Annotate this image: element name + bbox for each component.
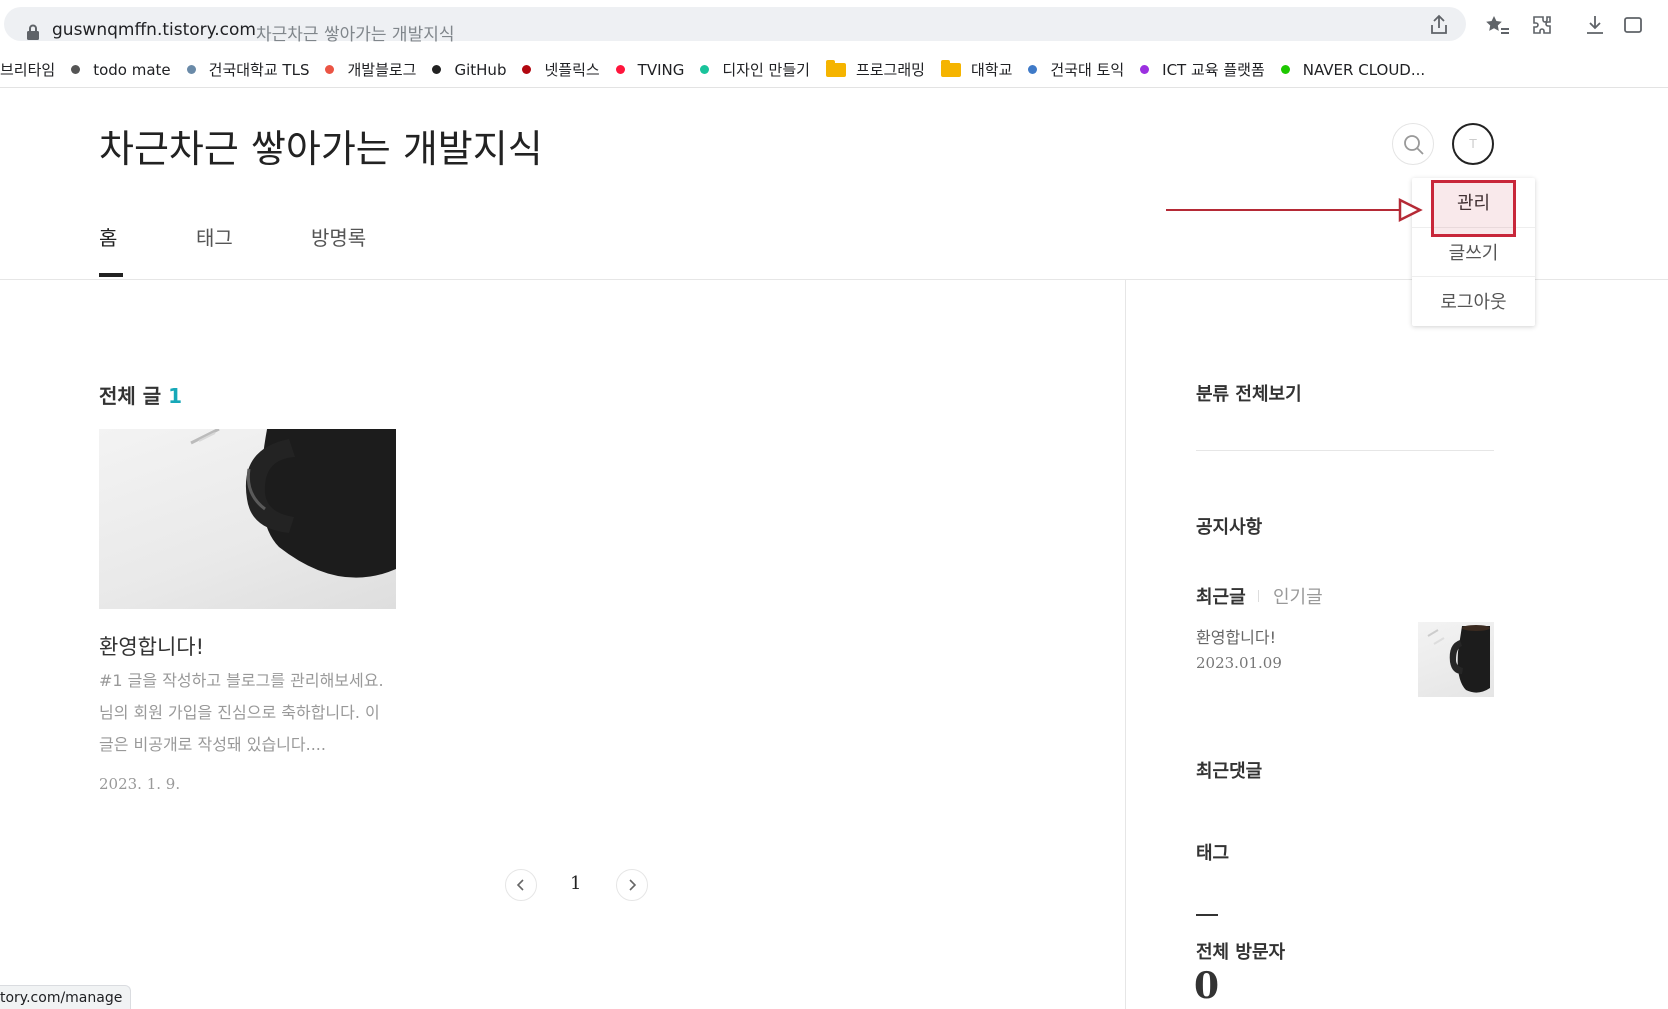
tab-separator [1258, 590, 1259, 602]
download-icon[interactable] [1583, 13, 1607, 37]
bookmark-label: TVING [637, 60, 685, 79]
favicon-icon [615, 65, 625, 74]
section-title: 전체 글 1 [99, 380, 182, 409]
bookmark-item[interactable]: 건국대 토익 [1028, 59, 1124, 80]
notice-heading: 공지사항 [1196, 517, 1263, 538]
folder-icon [940, 59, 961, 77]
avatar[interactable]: T [1452, 123, 1494, 165]
categories-link[interactable]: 분류 전체보기 [1196, 380, 1302, 406]
bookmark-item[interactable]: 넷플릭스 [522, 59, 600, 80]
next-page-button[interactable] [616, 869, 648, 901]
address-bar[interactable]: guswnqmffn.tistory.com 차근차근 쌓아가는 개발지식 [4, 7, 1466, 45]
chevron-right-icon [627, 876, 637, 895]
favicon-icon [432, 65, 442, 74]
avatar-initial: T [1469, 137, 1477, 151]
bookmark-label: 브리타임 [0, 61, 56, 79]
extensions-icon[interactable] [1530, 13, 1554, 37]
search-icon [1403, 134, 1425, 160]
recent-post-date: 2023.01.09 [1196, 654, 1282, 672]
menu-item-logout-label: 로그아웃 [1440, 292, 1507, 313]
bookmark-item[interactable]: ICT 교육 플랫폼 [1140, 59, 1265, 80]
bookmark-label: 개발블로그 [347, 61, 417, 79]
bookmark-label: 넷플릭스 [544, 61, 600, 79]
section-title-label: 전체 글 [99, 384, 162, 408]
tab-search-icon[interactable] [1622, 13, 1646, 37]
bookmark-item[interactable]: GitHub [432, 61, 506, 79]
bookmark-label: ICT 교육 플랫폼 [1162, 61, 1265, 79]
post-date: 2023. 1. 9. [99, 775, 181, 793]
favicon-icon [71, 65, 81, 74]
nav-item-home[interactable]: 홈 [99, 222, 117, 251]
status-bar-url: tory.com/manage [0, 985, 132, 1009]
favicon-icon [522, 65, 532, 74]
coffee-mug-image [1427, 625, 1490, 693]
prev-page-button[interactable] [505, 869, 537, 901]
visitors-heading: 전체 방문자 [1196, 942, 1286, 963]
visitors-count: 0 [1194, 965, 1220, 1007]
share-icon[interactable] [1427, 13, 1451, 37]
bookmark-item[interactable]: 대학교 [940, 59, 1013, 80]
bookmark-label: GitHub [454, 60, 507, 79]
bookmark-label: 디자인 만들기 [722, 61, 810, 79]
favicon-icon [1140, 65, 1150, 74]
content-divider [1125, 280, 1126, 1009]
bookmarks-bar: 브리타임 todo mate 건국대학교 TLS 개발블로그 GitHub 넷플릭스 TVI… [0, 52, 1668, 88]
tags-heading: 태그 [1196, 843, 1230, 864]
nav-item-tags[interactable]: 태그 [196, 222, 233, 251]
bookmark-label: 프로그래밍 [855, 61, 925, 79]
url-page-title: 차근차근 쌓아가는 개발지식 [256, 25, 455, 45]
bookmark-item[interactable]: 디자인 만들기 [700, 59, 810, 80]
annotation-arrow-icon [1166, 197, 1423, 223]
menu-item-write-label: 글쓰기 [1448, 243, 1499, 264]
favicon-icon [325, 65, 335, 74]
bookmark-item[interactable]: 개발블로그 [325, 59, 416, 80]
url-host: guswnqmffn.tistory.com [52, 20, 256, 40]
favicon-icon [1028, 65, 1038, 74]
favicon-icon [1280, 65, 1290, 74]
bookmark-item[interactable]: 건국대학교 TLS [186, 59, 310, 80]
highlight-box [1431, 180, 1516, 237]
folder-icon [825, 59, 846, 77]
bookmark-label: NAVER CLOUD... [1302, 60, 1426, 79]
recent-post-thumbnail[interactable] [1418, 622, 1494, 697]
search-button[interactable] [1392, 123, 1434, 165]
sidebar-short-divider [1196, 914, 1218, 916]
bookmark-label: 건국대 토익 [1050, 61, 1125, 79]
bookmark-item[interactable]: todo mate [71, 60, 171, 79]
bookmark-star-icon[interactable] [1484, 13, 1509, 37]
favicon-icon [700, 65, 710, 74]
favicon-icon [186, 65, 196, 74]
bookmark-item[interactable]: 프로그래밍 [825, 59, 925, 80]
blog-title[interactable]: 차근차근 쌓아가는 개발지식 [99, 118, 543, 173]
coffee-mug-image [190, 429, 396, 578]
post-thumbnail[interactable] [99, 429, 396, 609]
bookmark-label: todo mate [93, 60, 171, 79]
bookmark-label: 건국대학교 TLS [208, 61, 310, 79]
tab-recent-posts[interactable]: 최근글 [1196, 583, 1246, 609]
browser-toolbar: guswnqmffn.tistory.com 차근차근 쌓아가는 개발지식 [0, 0, 1668, 48]
tab-popular-posts[interactable]: 인기글 [1273, 583, 1323, 609]
bookmark-item[interactable]: TVING [615, 60, 685, 79]
post-excerpt[interactable]: #1 글을 작성하고 블로그를 관리해보세요. 님의 회원 가입을 진심으로 축… [99, 665, 389, 761]
menu-item-logout[interactable]: 로그아웃 [1412, 277, 1535, 325]
bookmark-item[interactable]: NAVER CLOUD... [1280, 60, 1426, 79]
recent-post-title[interactable]: 환영합니다! [1196, 624, 1276, 648]
recent-comments-heading: 최근댓글 [1196, 761, 1263, 782]
chevron-left-icon [516, 876, 526, 895]
sidebar-divider [1196, 450, 1494, 451]
lock-icon[interactable] [26, 24, 40, 44]
page-number[interactable]: 1 [570, 873, 581, 894]
active-tab-indicator [99, 273, 123, 277]
bookmark-label: 대학교 [970, 61, 1013, 79]
bookmark-item[interactable]: 브리타임 [0, 59, 55, 80]
post-count: 1 [168, 384, 183, 408]
post-title[interactable]: 환영합니다! [99, 631, 204, 661]
nav-item-guestbook[interactable]: 방명록 [311, 222, 366, 251]
